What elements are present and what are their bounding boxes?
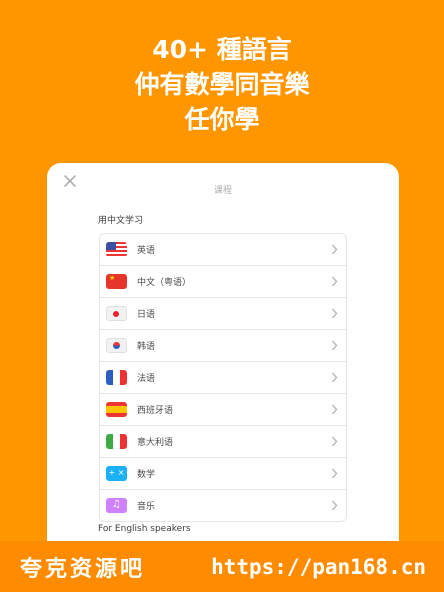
promo-line-2: 仲有數學同音樂 xyxy=(134,70,310,99)
france-flag-icon xyxy=(106,370,127,385)
chevron-right-icon xyxy=(332,404,338,415)
italy-flag-icon xyxy=(106,434,127,449)
japan-flag-icon xyxy=(106,306,127,321)
course-item-spanish[interactable]: 西班牙语 xyxy=(100,393,346,425)
screen-title: 课程 xyxy=(213,186,232,196)
course-item-math[interactable]: + × 数学 xyxy=(100,457,346,489)
chevron-right-icon xyxy=(332,500,338,511)
spain-flag-icon xyxy=(106,402,127,417)
course-item-korean[interactable]: 韩语 xyxy=(100,329,346,361)
section-title-chinese: 用中文学习 xyxy=(98,216,144,226)
screen-header: 课程 xyxy=(47,163,399,201)
section-title-english: For English speakers xyxy=(98,524,191,534)
watermark-url: https://pan168.cn xyxy=(211,554,426,579)
promo-headline: 40+ 種語言 仲有數學同音樂 任你學 xyxy=(0,32,444,137)
course-label: 中文（粤语） xyxy=(137,278,192,288)
math-icon: + × xyxy=(106,466,127,481)
course-item-english[interactable]: 英语 xyxy=(100,234,346,265)
chevron-right-icon xyxy=(332,340,338,351)
watermark-site-name: 夸克资源吧 xyxy=(20,556,146,582)
chevron-right-icon xyxy=(332,436,338,447)
course-label: 日语 xyxy=(137,310,156,320)
course-label: 数学 xyxy=(137,470,156,480)
course-list: 英语 ★ 中文（粤语） 日语 韩语 法语 西班牙语 意大利语 + × 数学 ♫ … xyxy=(99,233,347,522)
us-flag-icon xyxy=(106,242,127,257)
course-label: 法语 xyxy=(137,374,156,384)
chevron-right-icon xyxy=(332,372,338,383)
chevron-right-icon xyxy=(332,308,338,319)
device-screen: 课程 用中文学习 英语 ★ 中文（粤语） 日语 韩语 法语 西班牙语 意大利语 … xyxy=(47,163,399,583)
course-label: 韩语 xyxy=(137,342,156,352)
promo-line-1: 40+ 種語言 xyxy=(152,35,292,64)
course-label: 西班牙语 xyxy=(137,406,174,416)
music-icon: ♫ xyxy=(106,498,127,513)
watermark-banner: 夸克资源吧 https://pan168.cn xyxy=(0,541,444,592)
course-label: 英语 xyxy=(137,246,156,256)
chevron-right-icon xyxy=(332,244,338,255)
korea-flag-icon xyxy=(106,338,127,353)
course-item-french[interactable]: 法语 xyxy=(100,361,346,393)
chevron-right-icon xyxy=(332,468,338,479)
promo-line-3: 任你學 xyxy=(184,105,260,134)
course-label: 意大利语 xyxy=(137,438,174,448)
course-item-music[interactable]: ♫ 音乐 xyxy=(100,489,346,521)
course-item-cantonese[interactable]: ★ 中文（粤语） xyxy=(100,265,346,297)
course-item-japanese[interactable]: 日语 xyxy=(100,297,346,329)
chevron-right-icon xyxy=(332,276,338,287)
course-item-italian[interactable]: 意大利语 xyxy=(100,425,346,457)
china-flag-icon: ★ xyxy=(106,274,127,289)
course-label: 音乐 xyxy=(137,502,156,512)
